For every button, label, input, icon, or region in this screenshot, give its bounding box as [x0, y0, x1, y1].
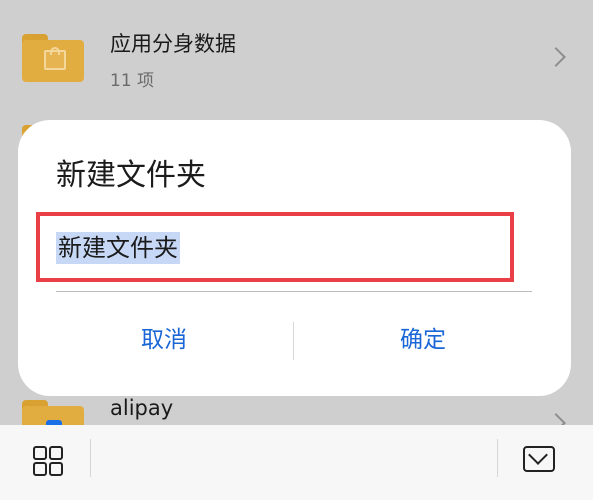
- chevron-right-icon: [546, 47, 566, 67]
- folder-name-input[interactable]: 新建文件夹: [36, 212, 514, 282]
- confirm-button[interactable]: 确定: [323, 320, 523, 354]
- list-item-subtitle: 11 项: [110, 71, 155, 91]
- dialog-title: 新建文件夹: [56, 158, 206, 193]
- list-item-title: alipay: [110, 396, 174, 420]
- cancel-button[interactable]: 取消: [64, 320, 264, 354]
- list-item-title: 应用分身数据: [110, 32, 236, 56]
- folder-icon: [22, 34, 84, 82]
- grid-view-icon[interactable]: [33, 446, 63, 476]
- mail-icon[interactable]: [523, 445, 555, 472]
- list-item-app-clone-data[interactable]: 应用分身数据 11 项: [0, 0, 593, 115]
- button-divider: [293, 322, 294, 360]
- input-underline: [56, 291, 532, 292]
- divider: [497, 439, 498, 477]
- screen: 应用分身数据 11 项 alipay 新建文件夹 新建文件夹 取消 确定: [0, 0, 593, 500]
- bottom-toolbar: [0, 425, 593, 500]
- divider: [90, 439, 91, 477]
- new-folder-dialog: 新建文件夹 新建文件夹 取消 确定: [18, 120, 571, 396]
- shopping-bag-icon: [44, 47, 66, 70]
- folder-name-value[interactable]: 新建文件夹: [56, 232, 180, 264]
